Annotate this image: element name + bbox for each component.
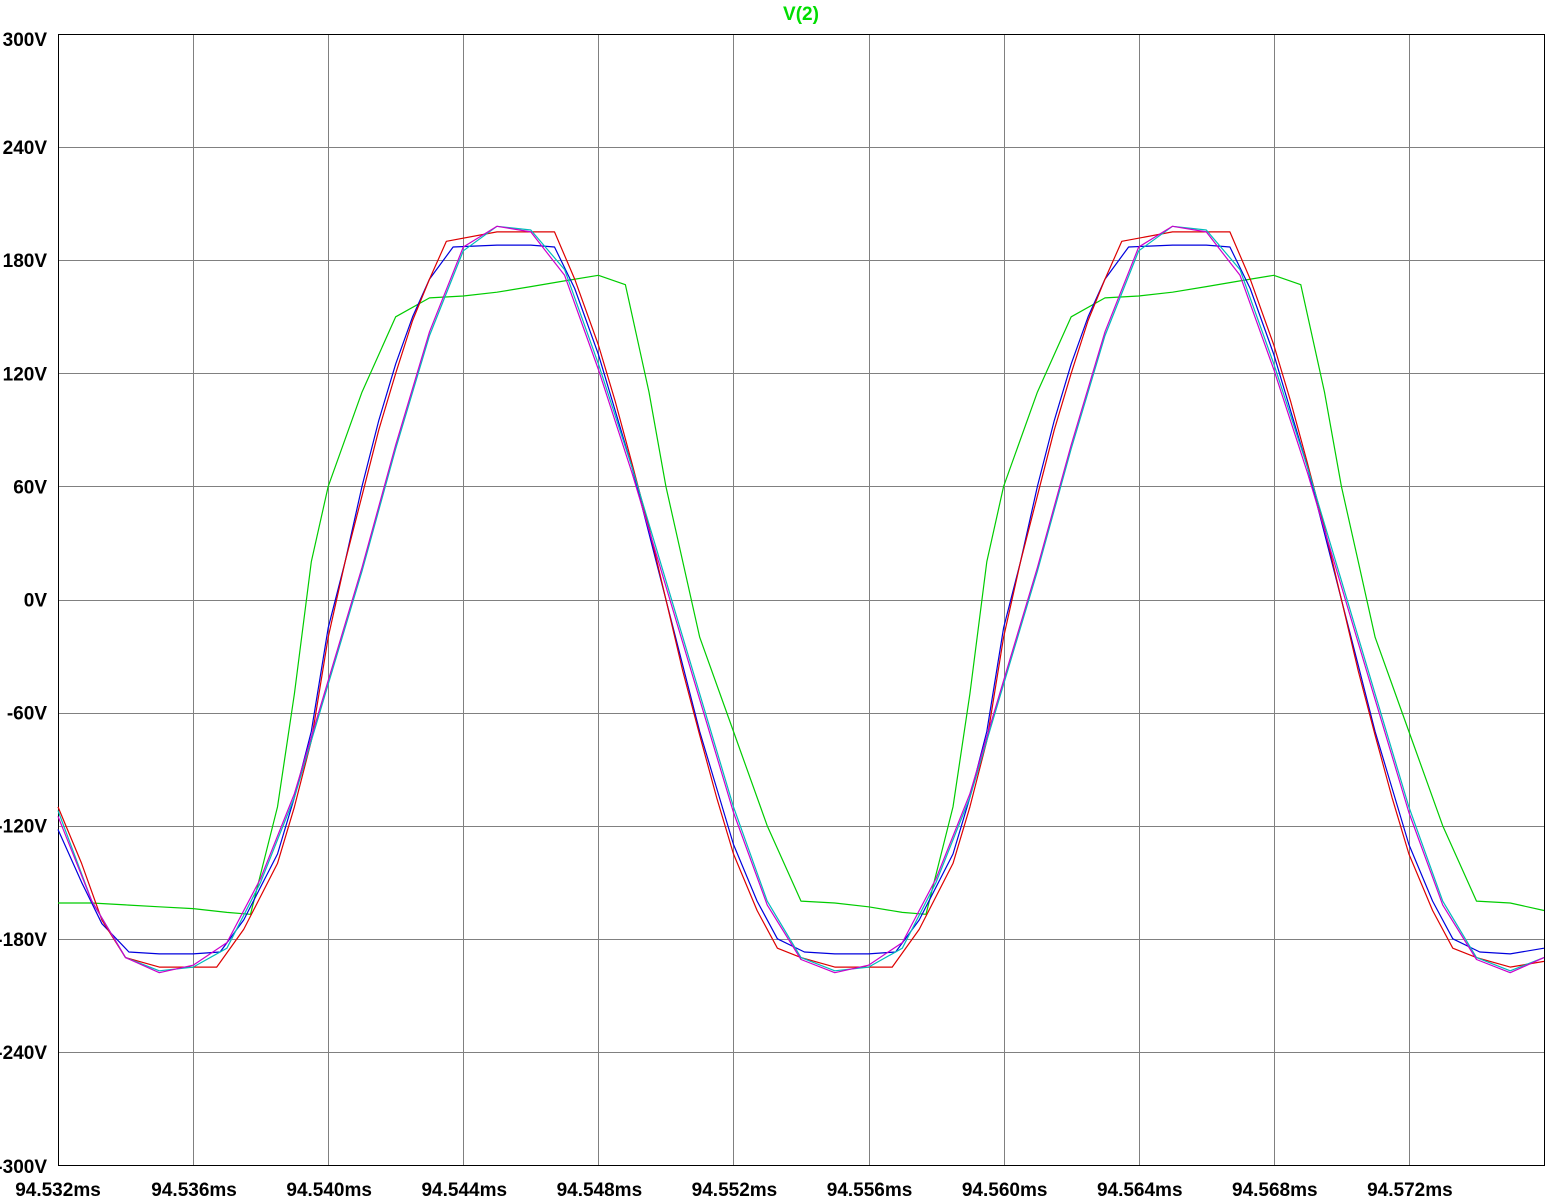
y-tick-label: 120V: [3, 364, 48, 385]
x-tick-label: 94.556ms: [827, 1180, 913, 1199]
x-tick-label: 94.540ms: [286, 1180, 372, 1199]
x-tick-label: 94.564ms: [1097, 1180, 1183, 1199]
trace-title[interactable]: V(2): [783, 4, 819, 25]
y-axis-tick-labels: 300V 240V 180V 120V 60V 0V -60V -120V -180V -240V…: [0, 30, 47, 1178]
y-tick-label: -180V: [0, 930, 47, 951]
x-tick-label: 94.548ms: [557, 1180, 643, 1199]
x-tick-label: 94.568ms: [1232, 1180, 1318, 1199]
y-tick-label: 240V: [3, 138, 48, 159]
x-tick-label: 94.536ms: [151, 1180, 237, 1199]
waveform-plot: V(2) 300V 240V 180V 120V 60V 0V -60V -120V -180V…: [0, 4, 1545, 1199]
y-tick-label: 300V: [3, 30, 48, 51]
y-tick-label: -60V: [7, 704, 47, 725]
grid-lines: [58, 34, 1544, 1166]
series-line-2: [57, 231, 1545, 968]
y-tick-label: -240V: [0, 1043, 47, 1064]
x-tick-label: 94.552ms: [692, 1180, 778, 1199]
x-axis-tick-labels: 94.532ms 94.536ms 94.540ms 94.544ms 94.548ms…: [15, 1180, 1452, 1199]
series-layer: [57, 225, 1545, 974]
series-line-4: [57, 225, 1545, 974]
x-tick-label: 94.544ms: [421, 1180, 507, 1199]
series-line-1: [57, 244, 1545, 955]
series-line-3: [57, 225, 1545, 972]
x-tick-label: 94.532ms: [15, 1180, 101, 1199]
y-tick-label: 60V: [13, 477, 47, 498]
y-tick-label: 0V: [24, 591, 48, 612]
y-tick-label: 180V: [3, 251, 48, 272]
x-tick-label: 94.572ms: [1367, 1180, 1453, 1199]
x-tick-label: 94.560ms: [962, 1180, 1048, 1199]
y-tick-label: -300V: [0, 1157, 47, 1178]
y-tick-label: -120V: [0, 817, 47, 838]
series-line-0: [58, 274, 1545, 915]
